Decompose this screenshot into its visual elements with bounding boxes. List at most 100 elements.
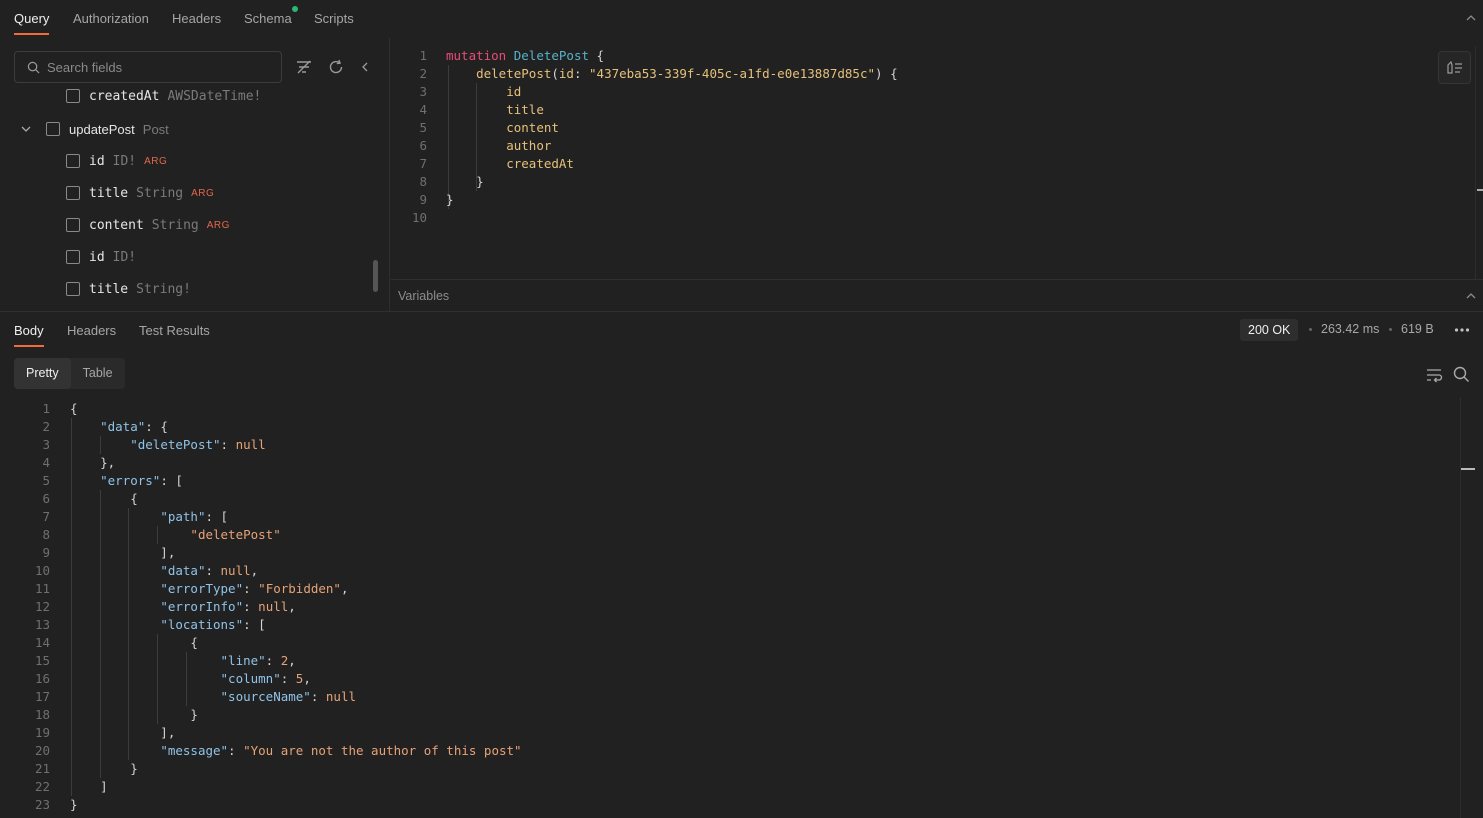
chevron-up-icon[interactable] — [1465, 290, 1477, 302]
filter-icon[interactable] — [295, 58, 313, 76]
chevron-up-icon[interactable] — [1465, 12, 1477, 24]
json-key: "sourceName" — [220, 689, 311, 704]
json-value: null — [325, 689, 356, 704]
query-editor[interactable]: 1 mutation DeletePost { 2 deletePost(id: … — [391, 38, 1483, 279]
json-key: "message" — [160, 743, 229, 758]
query-field: content — [506, 120, 559, 135]
line-number: 4 — [419, 102, 427, 117]
field-type: String — [136, 185, 184, 201]
status-badge[interactable]: 200 OK — [1240, 319, 1299, 341]
checkbox[interactable] — [66, 186, 80, 200]
json-key: "column" — [220, 671, 281, 686]
wrap-lines-icon[interactable] — [1425, 367, 1443, 383]
response-time[interactable]: 263.42 ms — [1321, 322, 1379, 336]
checkbox[interactable] — [66, 250, 80, 264]
search-fields-input[interactable] — [47, 52, 275, 82]
tab-authorization[interactable]: Authorization — [73, 11, 149, 35]
field-type: Post — [142, 121, 169, 137]
tree-item[interactable]: id ID! ARG — [66, 151, 167, 171]
table-button[interactable]: Table — [71, 358, 125, 389]
tree-item[interactable]: title String ARG — [66, 183, 214, 203]
json-value: "deletePost" — [190, 527, 281, 542]
field-name: title — [89, 185, 129, 201]
tab-headers[interactable]: Headers — [172, 11, 221, 35]
json-key: "errorType" — [160, 581, 244, 596]
json-value: null — [235, 437, 266, 452]
chevron-down-icon[interactable] — [20, 123, 32, 135]
keyword: mutation — [446, 48, 507, 63]
checkbox[interactable] — [66, 154, 80, 168]
line-number: 20 — [34, 743, 50, 758]
line-number: 8 — [42, 527, 50, 542]
line-number: 23 — [34, 797, 50, 812]
prettify-button[interactable] — [1438, 51, 1471, 84]
schema-tree: createdAt AWSDateTime! updatePost Post i… — [0, 88, 380, 311]
variables-label: Variables — [398, 289, 450, 303]
line-number: 9 — [42, 545, 50, 560]
checkbox[interactable] — [66, 89, 80, 103]
line-number: 2 — [42, 419, 50, 434]
tab-body[interactable]: Body — [14, 323, 44, 347]
line-number: 22 — [34, 779, 50, 794]
line-number: 7 — [42, 509, 50, 524]
line-number: 3 — [419, 84, 427, 99]
json-value: "You are not the author of this post" — [243, 743, 522, 758]
chevron-left-icon[interactable] — [358, 58, 372, 76]
tree-item[interactable]: content String ARG — [66, 215, 230, 235]
checkbox[interactable] — [66, 218, 80, 232]
tab-schema[interactable]: Schema — [244, 11, 292, 35]
tab-query[interactable]: Query — [14, 11, 50, 35]
tree-item[interactable]: title String! — [66, 279, 191, 299]
search-icon[interactable] — [1453, 366, 1470, 383]
mutation-call: deletePost — [476, 66, 552, 81]
line-number: 6 — [42, 491, 50, 506]
checkbox[interactable] — [46, 122, 60, 136]
line-number: 21 — [34, 761, 50, 776]
query-field: createdAt — [506, 156, 574, 171]
line-number: 8 — [419, 174, 427, 189]
arg-badge: ARG — [144, 155, 168, 167]
response-scrollbar[interactable] — [1460, 397, 1475, 818]
schema-explorer: createdAt AWSDateTime! updatePost Post i… — [0, 38, 390, 311]
json-key: "line" — [220, 653, 266, 668]
response-size[interactable]: 619 B — [1401, 322, 1434, 336]
tab-scripts[interactable]: Scripts — [314, 11, 354, 35]
more-options-icon[interactable] — [1453, 321, 1471, 339]
response-body[interactable]: 1{ 2 "data": { 3 "deletePost": null 4 },… — [0, 396, 1460, 818]
line-number: 12 — [34, 599, 50, 614]
variables-bar[interactable]: Variables — [391, 279, 1483, 311]
field-type: String! — [136, 281, 191, 297]
editor-scrollbar[interactable] — [1475, 46, 1483, 279]
tree-item[interactable]: createdAt AWSDateTime! — [66, 88, 261, 106]
request-tabs: Query Authorization Headers Schema Scrip… — [0, 0, 1483, 38]
operation-name: DeletePost — [513, 48, 590, 63]
checkbox[interactable] — [66, 282, 80, 296]
line-number: 2 — [419, 66, 427, 81]
arg-badge: ARG — [206, 219, 230, 231]
search-icon — [27, 61, 40, 74]
tab-test-results[interactable]: Test Results — [139, 323, 210, 347]
response-panel: Body Headers Test Results 200 OK 263.42 … — [0, 311, 1483, 818]
refresh-icon[interactable] — [327, 58, 345, 76]
line-number: 9 — [419, 192, 427, 207]
field-type: ID! — [112, 249, 137, 265]
line-number: 3 — [42, 437, 50, 452]
tab-response-headers[interactable]: Headers — [67, 323, 116, 347]
tree-item[interactable]: id ID! — [66, 247, 136, 267]
view-mode-toggle: Pretty Table — [14, 358, 125, 389]
json-key: "data" — [160, 563, 206, 578]
pretty-button[interactable]: Pretty — [14, 358, 71, 389]
prettify-icon — [1447, 60, 1462, 74]
tree-item-updatepost[interactable]: updatePost Post — [20, 119, 169, 139]
json-key: "path" — [160, 509, 206, 524]
line-number: 7 — [419, 156, 427, 171]
line-number: 5 — [419, 120, 427, 135]
field-name: createdAt — [89, 88, 160, 104]
line-number: 11 — [34, 581, 50, 596]
json-key: "deletePost" — [130, 437, 221, 452]
scrollbar-thumb[interactable] — [373, 260, 378, 292]
field-type: AWSDateTime! — [167, 88, 262, 104]
line-number: 5 — [42, 473, 50, 488]
json-value: "Forbidden" — [258, 581, 341, 596]
line-number: 15 — [34, 653, 50, 668]
